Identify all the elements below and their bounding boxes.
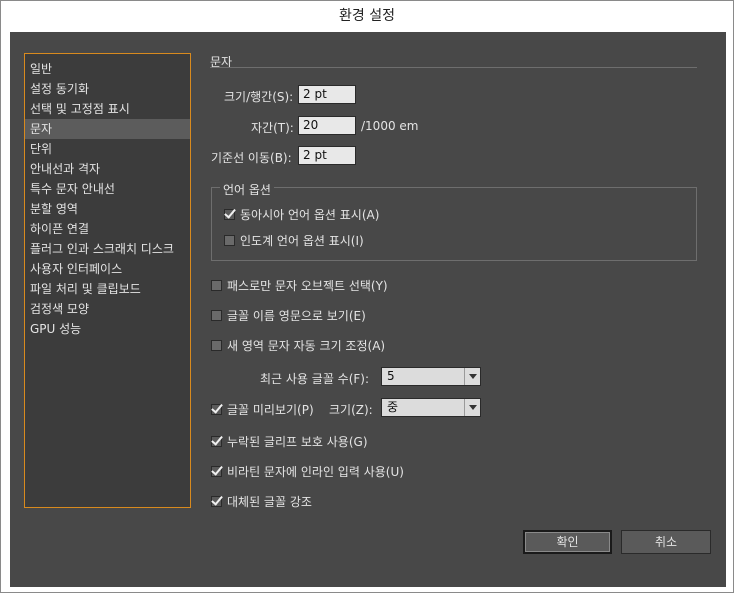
baseline-shift-input[interactable]: 2 pt <box>298 146 356 165</box>
east-asian-option[interactable]: 동아시아 언어 옵션 표시(A) <box>224 206 379 223</box>
path-only-label: 패스로만 문자 오브젝트 선택(Y) <box>227 279 388 293</box>
missing-glyph-checkbox[interactable] <box>211 436 222 447</box>
font-preview-checkbox[interactable] <box>211 404 222 415</box>
font-preview-label: 글꼴 미리보기(P) <box>227 403 314 417</box>
category-list[interactable]: 일반 설정 동기화 선택 및 고정점 표시 문자 단위 안내선과 격자 특수 문자 안내선 분… <box>24 53 191 508</box>
recent-fonts-label: 최근 사용 글꼴 수(F): <box>260 372 370 386</box>
recent-fonts-value: 5 <box>387 369 395 383</box>
chevron-down-icon[interactable] <box>464 368 480 385</box>
sidebar-item[interactable]: 선택 및 고정점 표시 <box>25 99 190 119</box>
ok-button[interactable]: 확인 <box>523 530 612 554</box>
highlight-substituted-checkbox[interactable] <box>211 496 222 507</box>
dialog-title: 환경 설정 <box>1 1 733 31</box>
auto-size-label: 새 영역 문자 자동 크기 조정(A) <box>227 339 386 353</box>
missing-glyph-label: 누락된 글리프 보호 사용(G) <box>227 435 368 449</box>
missing-glyph-option[interactable]: 누락된 글리프 보호 사용(G) <box>211 433 368 450</box>
sidebar-item[interactable]: 분할 영역 <box>25 199 190 219</box>
preferences-dialog: 환경 설정 일반 설정 동기화 선택 및 고정점 표시 문자 단위 안내선과 격자 특수 문… <box>0 0 734 593</box>
auto-size-option[interactable]: 새 영역 문자 자동 크기 조정(A) <box>211 337 385 354</box>
tracking-unit: /1000 em <box>361 119 419 133</box>
cancel-button[interactable]: 취소 <box>621 530 711 554</box>
sidebar-item[interactable]: 단위 <box>25 139 190 159</box>
path-only-option[interactable]: 패스로만 문자 오브젝트 선택(Y) <box>211 277 388 294</box>
east-asian-label: 동아시아 언어 옵션 표시(A) <box>240 208 380 222</box>
recent-fonts-select[interactable]: 5 <box>381 367 481 386</box>
sidebar-item[interactable]: 설정 동기화 <box>25 79 190 99</box>
preview-size-select[interactable]: 중 <box>381 398 481 417</box>
sidebar-item[interactable]: 플러그 인과 스크래치 디스크 <box>25 239 190 259</box>
language-options-title: 언어 옵션 <box>220 181 274 198</box>
indic-checkbox[interactable] <box>224 235 235 246</box>
sidebar-item[interactable]: 검정색 모양 <box>25 299 190 319</box>
sidebar-item[interactable]: 특수 문자 안내선 <box>25 179 190 199</box>
baseline-shift-label: 기준선 이동(B): <box>211 151 292 165</box>
sidebar-item[interactable]: 파일 처리 및 클립보드 <box>25 279 190 299</box>
sidebar-item[interactable]: 일반 <box>25 59 190 79</box>
inline-input-checkbox[interactable] <box>211 466 222 477</box>
section-divider <box>210 67 697 68</box>
path-only-checkbox[interactable] <box>211 280 222 291</box>
size-leading-label: 크기/행간(S): <box>224 90 294 104</box>
tracking-label: 자간(T): <box>251 121 294 135</box>
inline-input-label: 비라틴 문자에 인라인 입력 사용(U) <box>227 465 404 479</box>
auto-size-checkbox[interactable] <box>211 340 222 351</box>
east-asian-checkbox[interactable] <box>224 209 235 220</box>
english-font-names-label: 글꼴 이름 영문으로 보기(E) <box>227 309 366 323</box>
indic-option[interactable]: 인도계 언어 옵션 표시(I) <box>224 232 364 249</box>
preview-size-label: 크기(Z): <box>329 403 373 417</box>
dialog-body: 일반 설정 동기화 선택 및 고정점 표시 문자 단위 안내선과 격자 특수 문자 안내선 분… <box>10 32 726 587</box>
inline-input-option[interactable]: 비라틴 문자에 인라인 입력 사용(U) <box>211 463 404 480</box>
sidebar-item[interactable]: 안내선과 격자 <box>25 159 190 179</box>
font-preview-option[interactable]: 글꼴 미리보기(P) <box>211 401 314 418</box>
english-font-names-checkbox[interactable] <box>211 310 222 321</box>
highlight-substituted-option[interactable]: 대체된 글꼴 강조 <box>211 493 312 510</box>
sidebar-item[interactable]: GPU 성능 <box>25 319 190 339</box>
tracking-input[interactable]: 20 <box>298 116 356 135</box>
english-font-names-option[interactable]: 글꼴 이름 영문으로 보기(E) <box>211 307 366 324</box>
size-leading-input[interactable]: 2 pt <box>298 85 356 104</box>
sidebar-item[interactable]: 하이픈 연결 <box>25 219 190 239</box>
sidebar-item[interactable]: 문자 <box>25 119 190 139</box>
chevron-down-icon[interactable] <box>464 399 480 416</box>
highlight-substituted-label: 대체된 글꼴 강조 <box>227 495 312 509</box>
sidebar-item[interactable]: 사용자 인터페이스 <box>25 259 190 279</box>
language-options-group <box>211 187 697 261</box>
indic-label: 인도계 언어 옵션 표시(I) <box>240 234 364 248</box>
preview-size-value: 중 <box>387 400 399 414</box>
